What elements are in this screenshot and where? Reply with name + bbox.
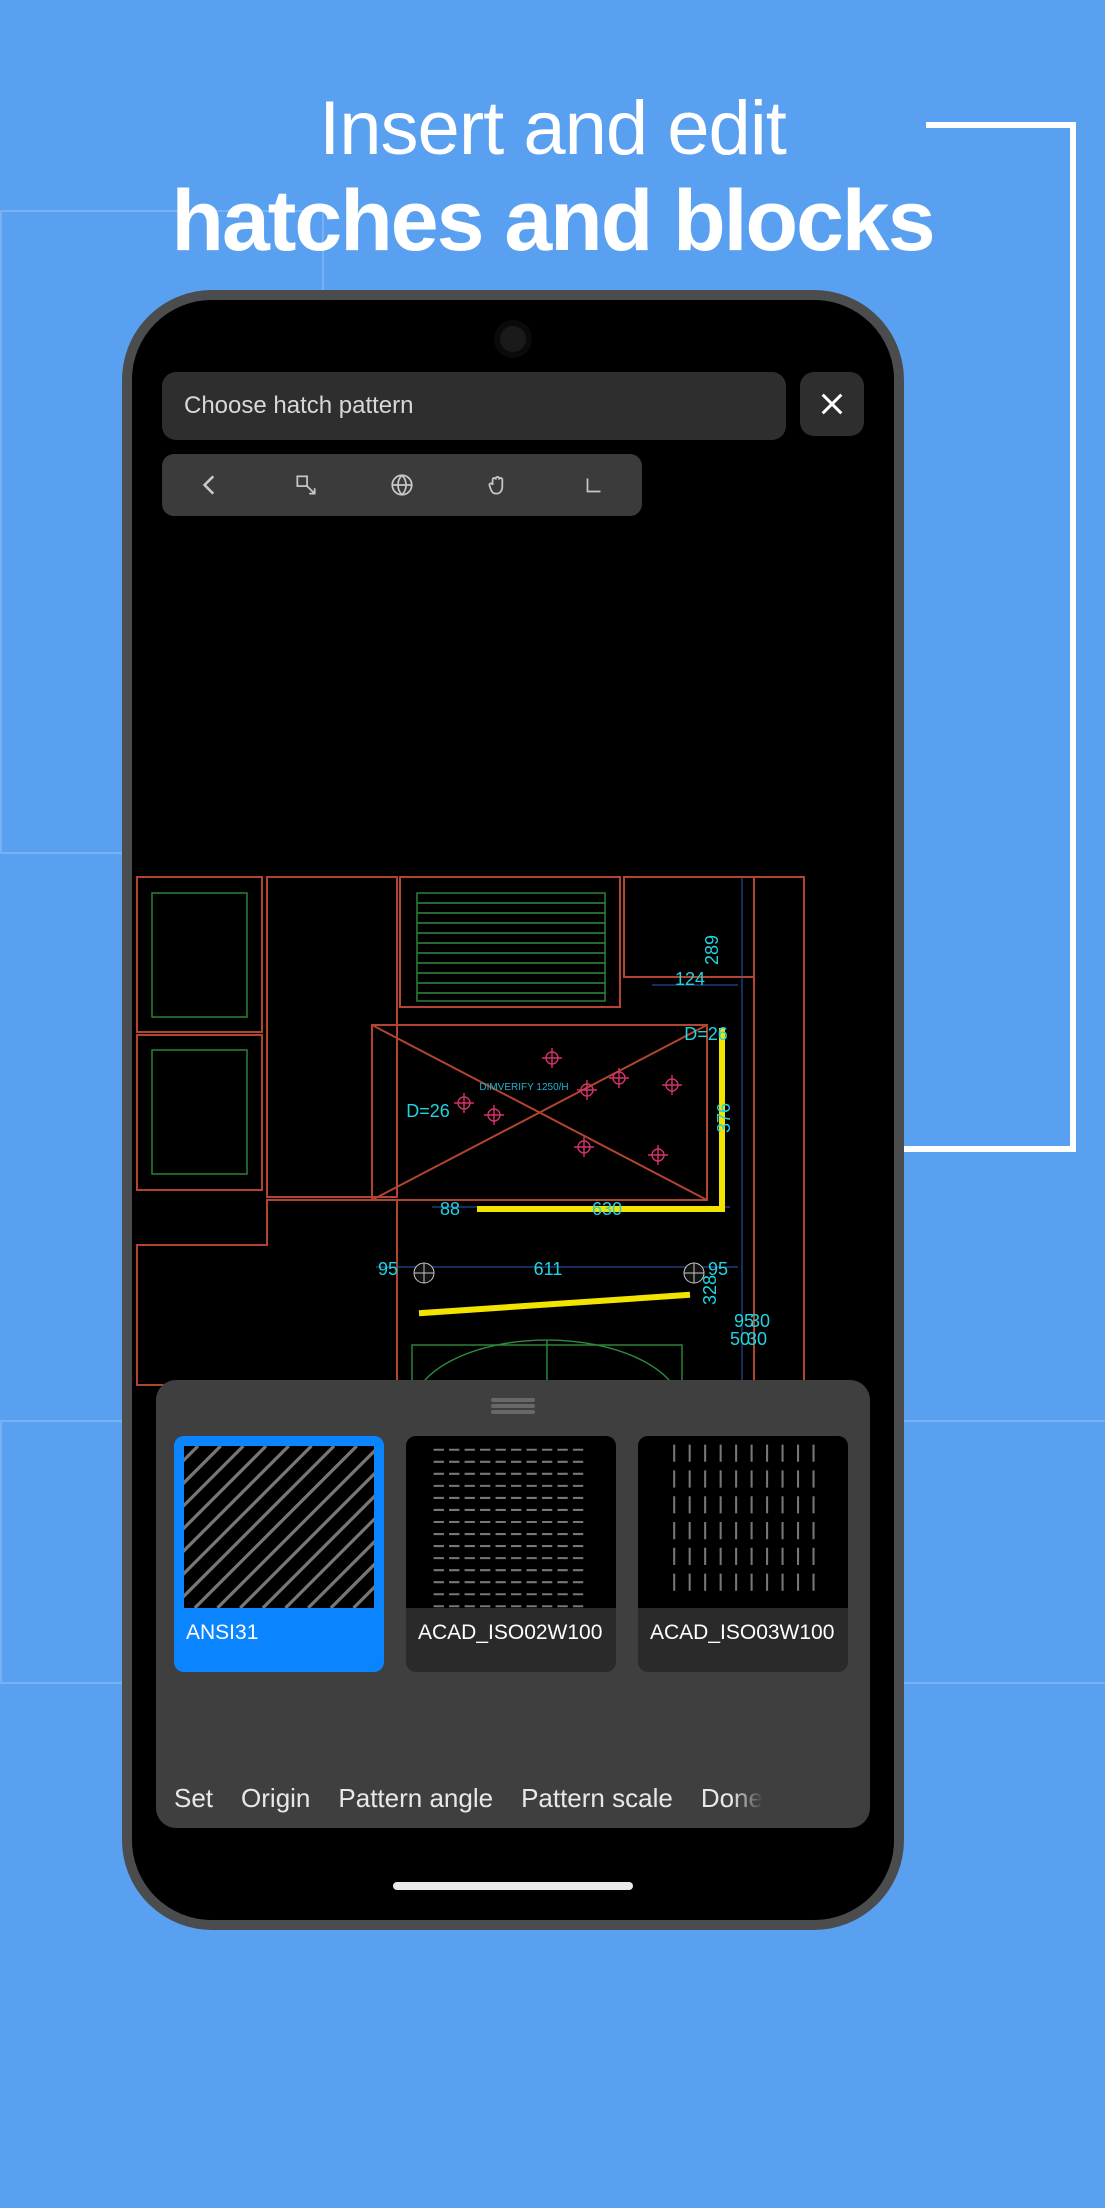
screen-title: Choose hatch pattern xyxy=(162,372,786,440)
tool-world-button[interactable] xyxy=(354,454,450,516)
target-marker-icon xyxy=(662,1075,682,1095)
pattern-card-ACAD_ISO03W100[interactable]: ACAD_ISO03W100 xyxy=(638,1436,848,1672)
pattern-preview-icon xyxy=(638,1436,848,1608)
secondary-toolbar xyxy=(162,454,642,516)
pattern-preview-icon xyxy=(406,1436,616,1608)
selection-polyline xyxy=(422,1295,687,1313)
dimension-label: 95 xyxy=(378,1259,398,1279)
globe-icon xyxy=(389,472,415,498)
dimension-label: D=26 xyxy=(684,1024,728,1044)
dimension-label: 124 xyxy=(675,969,705,989)
action-set[interactable]: Set xyxy=(174,1783,213,1814)
pattern-card-ACAD_ISO02W100[interactable]: ACAD_ISO02W100 xyxy=(406,1436,616,1672)
pattern-card-label: ANSI31 xyxy=(174,1608,384,1672)
dimension-label: 30 xyxy=(747,1329,767,1349)
target-marker-icon xyxy=(484,1105,504,1125)
target-marker-icon xyxy=(542,1048,562,1068)
pattern-preview-icon xyxy=(174,1436,384,1608)
dimension-label: D=26 xyxy=(406,1101,450,1121)
dimension-label: 289 xyxy=(702,935,722,965)
dimension-label: 630 xyxy=(592,1199,622,1219)
tool-snap-button[interactable] xyxy=(258,454,354,516)
corner-icon xyxy=(581,472,607,498)
target-marker-icon xyxy=(648,1145,668,1165)
chevron-left-icon xyxy=(197,472,223,498)
back-button[interactable] xyxy=(162,454,258,516)
pattern-card-label: ACAD_ISO03W100 xyxy=(638,1608,848,1672)
target-marker-icon xyxy=(609,1068,629,1088)
box-arrow-icon xyxy=(293,472,319,498)
pattern-card-label: ACAD_ISO02W100 xyxy=(406,1608,616,1672)
dimension-label: 88 xyxy=(440,1199,460,1219)
app-screen: Choose hatch pattern xyxy=(132,300,894,1920)
dimension-label: 611 xyxy=(534,1259,563,1279)
sheet-action-row: Set Origin Pattern angle Pattern scale Done xyxy=(174,1783,870,1814)
headline-line1: Insert and edit xyxy=(0,85,1105,172)
close-icon xyxy=(818,390,846,418)
headline-line2: hatches and blocks xyxy=(0,172,1105,271)
action-origin[interactable]: Origin xyxy=(241,1783,310,1814)
marketing-headline: Insert and edit hatches and blocks xyxy=(0,85,1105,271)
tool-pan-button[interactable] xyxy=(450,454,546,516)
drag-handle-icon[interactable] xyxy=(491,1398,535,1402)
action-pattern-scale[interactable]: Pattern scale xyxy=(521,1783,673,1814)
hatch-pattern-sheet[interactable]: ANSI31 ACAD_ISO02W100 ACAD_ISO03W100 Set Or… xyxy=(156,1380,870,1828)
pattern-card-ANSI31[interactable]: ANSI31 xyxy=(174,1436,384,1672)
phone-camera-notch xyxy=(500,326,526,352)
close-button[interactable] xyxy=(800,372,864,436)
phone-frame: Choose hatch pattern xyxy=(122,290,904,1930)
home-indicator xyxy=(393,1882,633,1890)
dimension-label: 30 xyxy=(750,1311,770,1331)
tool-ucs-button[interactable] xyxy=(546,454,642,516)
target-marker-icon xyxy=(454,1093,474,1113)
hand-icon xyxy=(485,472,511,498)
action-pattern-angle[interactable]: Pattern angle xyxy=(338,1783,493,1814)
svg-text:DIMVERIFY 1250/H: DIMVERIFY 1250/H xyxy=(479,1082,568,1093)
dimension-label: 376 xyxy=(714,1103,734,1133)
action-done[interactable]: Done xyxy=(701,1783,763,1814)
selection-polyline xyxy=(480,1031,722,1209)
pattern-card-row: ANSI31 ACAD_ISO02W100 ACAD_ISO03W100 xyxy=(174,1436,852,1672)
dimension-label: 328 xyxy=(700,1275,720,1305)
